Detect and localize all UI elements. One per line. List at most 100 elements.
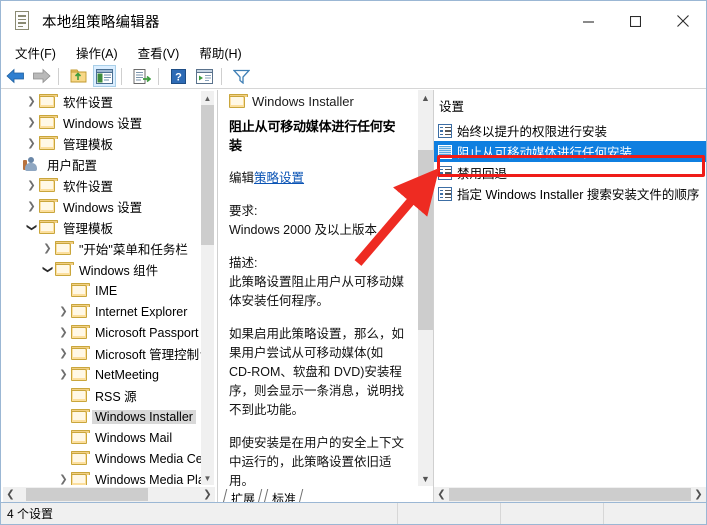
chevron-right-icon[interactable]: ❯	[24, 115, 39, 130]
settings-list-item[interactable]: 始终以提升的权限进行安装	[434, 120, 706, 141]
chevron-right-icon[interactable]: ❯	[56, 325, 71, 340]
chevron-right-icon[interactable]: ❯	[24, 199, 39, 214]
settings-list-item[interactable]: 指定 Windows Installer 搜索安装文件的顺序	[434, 183, 706, 204]
scroll-right-arrow-icon[interactable]: ❯	[691, 487, 706, 502]
tree-item[interactable]: ❯ Windows 设置	[4, 196, 204, 217]
tree-item[interactable]: Windows Mail	[4, 427, 204, 448]
back-icon[interactable]	[4, 65, 27, 87]
status-cells	[397, 503, 706, 524]
description-scroll-thumb[interactable]	[418, 150, 433, 330]
description-header: Windows Installer	[221, 90, 433, 112]
status-bar: 4 个设置	[1, 502, 706, 524]
tree-item-label: NetMeeting	[95, 367, 159, 382]
tree-scroll-thumb[interactable]	[201, 105, 214, 245]
menu-view[interactable]: 查看(V)	[129, 41, 189, 64]
edit-policy-setting-link[interactable]: 策略设置	[254, 171, 304, 185]
settings-hscroll-thumb[interactable]	[449, 488, 691, 501]
tree-horizontal-scrollbar[interactable]: ❮ ❯	[3, 487, 215, 502]
minimize-button[interactable]	[565, 1, 612, 41]
description-vertical-scrollbar[interactable]: ▲ ▼	[418, 90, 433, 486]
chevron-placeholder	[56, 388, 71, 403]
svg-text:?: ?	[175, 71, 182, 83]
tree-item[interactable]: ❯ Internet Explorer	[4, 301, 204, 322]
tree-item[interactable]: ❯ Windows Media Pla	[4, 469, 205, 485]
settings-list-item-label: 阻止从可移动媒体进行任何安装	[457, 146, 633, 160]
close-button[interactable]	[659, 1, 706, 41]
chevron-right-icon[interactable]: ❯	[56, 304, 71, 319]
settings-list-item[interactable]: 禁用回退	[434, 162, 706, 183]
tree-hscroll-track[interactable]	[18, 487, 200, 502]
chevron-right-icon[interactable]: ❯	[24, 136, 39, 151]
scroll-right-arrow-icon[interactable]: ❯	[200, 487, 215, 502]
tree-item[interactable]: ❯ Windows 组件	[4, 259, 204, 280]
tree-item[interactable]: ❯ Microsoft Passport	[4, 322, 204, 343]
tree-item[interactable]: ❯ Windows 设置	[4, 112, 204, 133]
tree-item[interactable]: Windows Installer	[4, 406, 204, 427]
chevron-right-icon[interactable]: ❯	[56, 346, 71, 361]
chevron-right-icon[interactable]: ❯	[56, 367, 71, 382]
local-group-policy-editor-window: 本地组策略编辑器 文件(F) 操作(A) 查看(V) 帮助(H) ? ❯ 软件设…	[0, 0, 707, 525]
settings-hscroll-track[interactable]	[449, 487, 691, 502]
scroll-down-arrow-icon[interactable]: ▼	[418, 471, 433, 486]
tree-item-label: Windows 设置	[63, 201, 143, 215]
menu-help[interactable]: 帮助(H)	[190, 41, 250, 64]
up-one-level-icon[interactable]	[67, 65, 90, 87]
properties-icon[interactable]	[193, 65, 216, 87]
chevron-placeholder	[56, 451, 71, 466]
tree-hscroll-thumb[interactable]	[26, 488, 148, 501]
user-configuration-icon	[23, 157, 39, 172]
tree-item[interactable]: ❯ 管理模板	[4, 217, 204, 238]
tree-item[interactable]: RSS 源	[4, 385, 204, 406]
toolbar: ?	[1, 64, 706, 89]
show-hide-console-tree-icon[interactable]	[93, 65, 116, 87]
description-paragraph-2: 如果启用此策略设置，那么，如果用户尝试从可移动媒体(如 CD-ROM、软盘和 D…	[229, 327, 405, 417]
folder-icon	[71, 325, 90, 339]
requirement-label: 要求:	[229, 204, 258, 218]
tree-item-label: 管理模板	[63, 222, 114, 236]
scroll-left-arrow-icon[interactable]: ❮	[434, 487, 449, 502]
tree-item[interactable]: ❯ 软件设置	[4, 91, 204, 112]
tree-item-label: Windows Media Ce	[95, 451, 203, 466]
tree-item[interactable]: IME	[4, 280, 204, 301]
scroll-up-arrow-icon[interactable]: ▲	[201, 91, 214, 105]
settings-horizontal-scrollbar[interactable]: ❮ ❯	[434, 487, 706, 502]
help-icon[interactable]: ?	[167, 65, 190, 87]
menu-file[interactable]: 文件(F)	[6, 41, 65, 64]
tree-item[interactable]: ❯ 软件设置	[4, 175, 204, 196]
tree-item[interactable]: ❯ Microsoft 管理控制台	[4, 343, 212, 364]
tree-item[interactable]: 用户配置	[4, 154, 204, 175]
export-list-icon[interactable]	[130, 65, 153, 87]
toolbar-separator	[121, 67, 122, 85]
policy-setting-icon	[438, 144, 452, 159]
tree-item[interactable]: ❯ NetMeeting	[4, 364, 204, 385]
filter-icon[interactable]	[230, 65, 253, 87]
forward-icon[interactable]	[30, 65, 53, 87]
tree-item[interactable]: ❯ 管理模板	[4, 133, 204, 154]
chevron-down-icon[interactable]: ❯	[40, 262, 55, 277]
scroll-left-arrow-icon[interactable]: ❮	[3, 487, 18, 502]
chevron-right-icon[interactable]: ❯	[24, 178, 39, 193]
folder-icon	[39, 178, 58, 192]
window-controls	[565, 1, 706, 41]
tree-item-label: Internet Explorer	[95, 304, 188, 319]
tree-item-label: 软件设置	[63, 180, 114, 194]
tree-vertical-scrollbar[interactable]: ▲ ▼	[201, 91, 214, 485]
folder-icon	[39, 115, 58, 129]
settings-list-item-label: 禁用回退	[457, 167, 508, 181]
chevron-right-icon[interactable]: ❯	[56, 472, 71, 485]
folder-icon	[39, 136, 58, 150]
scroll-down-arrow-icon[interactable]: ▼	[201, 471, 214, 485]
scroll-up-arrow-icon[interactable]: ▲	[418, 90, 433, 105]
menu-action[interactable]: 操作(A)	[67, 41, 127, 64]
chevron-right-icon[interactable]: ❯	[24, 94, 39, 109]
maximize-button[interactable]	[612, 1, 659, 41]
tree-item[interactable]: ❯ "开始"菜单和任务栏	[4, 238, 204, 259]
menu-bar: 文件(F) 操作(A) 查看(V) 帮助(H)	[1, 41, 706, 64]
tree-item[interactable]: Windows Media Ce	[4, 448, 204, 469]
chevron-down-icon[interactable]: ❯	[24, 220, 39, 235]
status-cell	[500, 503, 603, 524]
folder-icon	[71, 451, 90, 465]
settings-list-item-selected[interactable]: 阻止从可移动媒体进行任何安装	[434, 141, 706, 162]
chevron-right-icon[interactable]: ❯	[40, 241, 55, 256]
tree-item-label: Windows 组件	[79, 264, 159, 278]
